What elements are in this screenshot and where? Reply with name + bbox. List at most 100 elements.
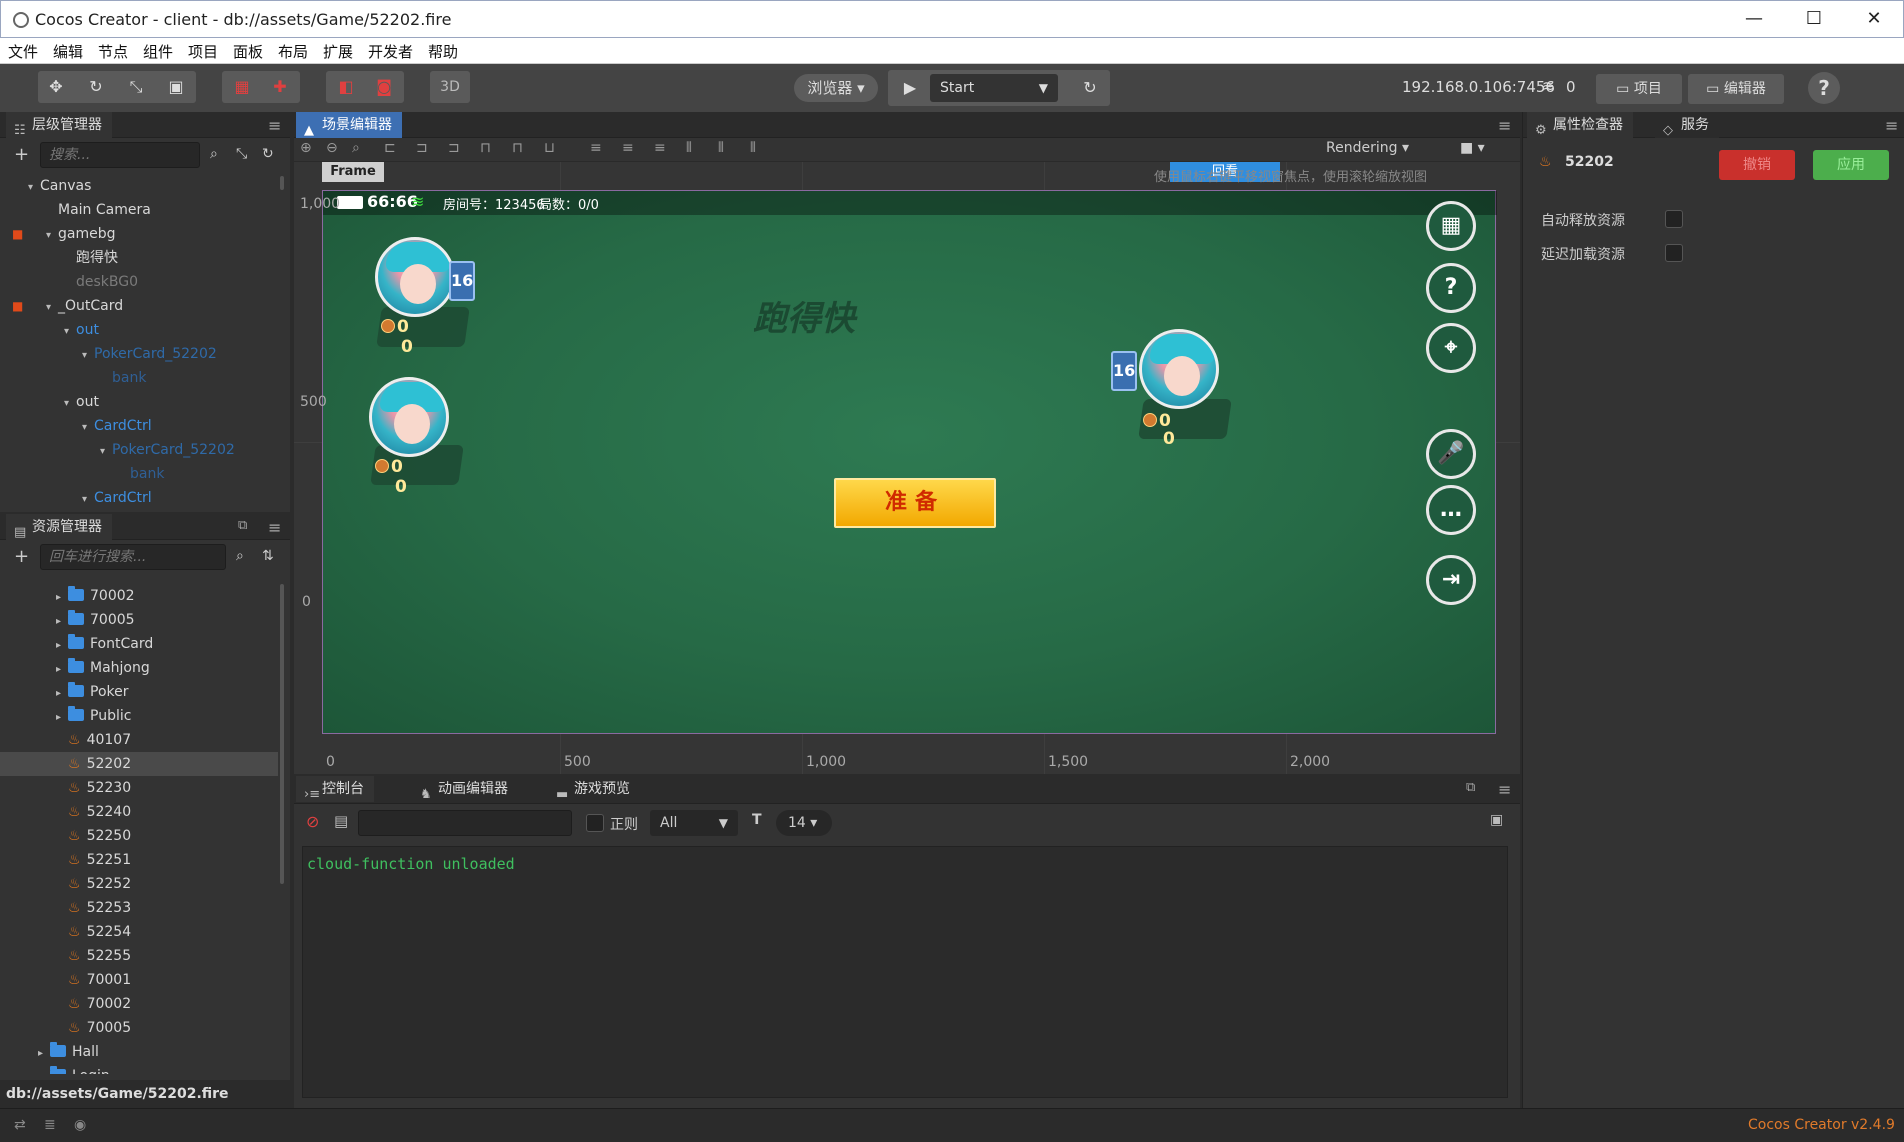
distribute-left-icon[interactable]: ⫴ [686,140,692,156]
align-left-icon[interactable]: ⊏ [384,140,396,156]
console-filter-input[interactable] [358,810,572,836]
menu-file[interactable]: 文件 [8,41,38,62]
search-icon[interactable]: ⌕ [236,548,244,564]
help-button[interactable]: ? [1808,72,1840,104]
distribute-right-icon[interactable]: ⫴ [750,140,756,156]
apply-button[interactable]: 应用 [1813,150,1889,180]
expand-arrow-icon[interactable]: ▾ [82,344,94,368]
menu-edit[interactable]: 编辑 [53,41,83,62]
rect-tool-icon[interactable]: ▣ [160,71,192,103]
expand-arrow-icon[interactable]: ▾ [82,488,94,508]
distribute-bottom-icon[interactable]: ≡ [654,140,666,156]
rendering-select[interactable]: Rendering ▾ [1326,140,1409,156]
tab-game-preview[interactable]: ▬ 游戏预览 [548,776,640,802]
open-editor-button[interactable]: ▭ 编辑器 [1688,74,1784,104]
align-right-icon[interactable]: ⊐ [448,140,460,156]
zoom-out-icon[interactable]: ⊖ [326,140,338,156]
expand-arrow-icon[interactable]: ▾ [64,392,76,416]
asset-scene[interactable]: ♨ 52254 [0,920,278,944]
popout-icon[interactable]: ⧉ [1466,780,1475,795]
menu-developer[interactable]: 开发者 [368,41,413,62]
zoom-reset-icon[interactable]: ⌕ [352,140,360,156]
hierarchy-search-input[interactable]: 搜索... [40,142,200,168]
refresh-icon[interactable]: ↻ [262,146,274,162]
asset-scene[interactable]: ♨ 52255 [0,944,278,968]
asset-scene[interactable]: ♨ 52250 [0,824,278,848]
expand-arrow-icon[interactable]: ▸ [56,658,68,682]
assets-scrollbar[interactable] [280,584,284,884]
menu-grid-icon[interactable]: ▦ [1426,201,1476,251]
menu-extension[interactable]: 扩展 [323,41,353,62]
asset-folder[interactable]: ▸ 70002 [0,584,278,608]
eye-icon[interactable]: ◉ [74,1117,86,1133]
database-icon[interactable]: ≣ [44,1117,56,1133]
expand-arrow-icon[interactable]: ▾ [46,224,58,248]
expand-arrow-icon[interactable]: ▸ [56,586,68,610]
asset-folder[interactable]: ▸ Hall [0,1040,278,1064]
expand-arrow-icon[interactable]: ▾ [100,440,112,464]
font-size-select[interactable]: 14 ▾ [776,810,832,836]
open-project-button[interactable]: ▭ 项目 [1596,74,1682,104]
pivot-icon[interactable]: ▦ [226,71,258,103]
start-scene-select[interactable]: Start ▼ [930,74,1058,102]
tab-hierarchy[interactable]: ☷ 层级管理器 [6,112,112,138]
menu-project[interactable]: 项目 [188,41,218,62]
distribute-vcenter-icon[interactable]: ≡ [622,140,634,156]
maximize-button[interactable]: ☐ [1785,1,1843,37]
zoom-in-icon[interactable]: ⊕ [300,140,312,156]
regex-checkbox[interactable] [586,814,604,832]
expand-arrow-icon[interactable]: ▸ [56,706,68,730]
hierarchy-node[interactable]: deskBG0 [64,270,138,294]
asset-folder[interactable]: ▸ Poker [0,680,278,704]
asset-scene[interactable]: ♨ 40107 [0,728,278,752]
hierarchy-node[interactable]: ▾ out [64,318,99,342]
asset-folder[interactable]: ▸ Mahjong [0,656,278,680]
hierarchy-node[interactable]: 跑得快 [64,246,118,270]
tab-console[interactable]: ›≡ 控制台 [296,776,374,802]
add-asset-icon[interactable]: + [14,546,29,567]
hierarchy-node[interactable]: ▾ PokerCard_52202 [100,438,235,462]
chat-icon[interactable]: … [1426,485,1476,535]
asset-scene[interactable]: ♨ 52251 [0,848,278,872]
browser-preview-select[interactable]: 浏览器 ▾ [794,74,878,102]
distribute-hcenter-icon[interactable]: ⫴ [718,140,724,156]
asset-scene[interactable]: ♨ 70005 [0,1016,278,1040]
panel-menu-icon[interactable]: ≡ [1498,780,1511,799]
panel-menu-icon[interactable]: ≡ [1498,116,1511,135]
open-log-icon[interactable]: ▤ [334,812,348,830]
expand-arrow-icon[interactable]: ▸ [56,634,68,658]
panel-menu-icon[interactable]: ≡ [268,518,281,537]
collapse-console-icon[interactable]: ▣ [1490,812,1503,828]
panel-menu-icon[interactable]: ≡ [1885,116,1898,135]
asset-scene[interactable]: ♨ 70001 [0,968,278,992]
grid-icon[interactable]: ◙ [368,71,400,103]
hierarchy-node[interactable]: ▾ CardCtrl [82,414,152,438]
hierarchy-scrollbar[interactable] [280,176,284,190]
menu-layout[interactable]: 布局 [278,41,308,62]
expand-arrow-icon[interactable]: ▸ [38,1042,50,1066]
tab-service[interactable]: ◇ 服务 [1655,112,1719,138]
expand-arrow-icon[interactable]: ▸ [56,682,68,706]
hierarchy-node[interactable]: ▾ _OutCard [46,294,123,318]
sort-icon[interactable]: ⇅ [262,548,274,564]
scale-tool-icon[interactable]: ⤡ [120,71,152,103]
menu-panel[interactable]: 面板 [233,41,263,62]
expand-arrow-icon[interactable]: ▾ [46,296,58,320]
exit-icon[interactable]: ⇥ [1426,555,1476,605]
align-hcenter-icon[interactable]: ⊐ [416,140,428,156]
lock-icon[interactable]: ■ [12,227,23,241]
hierarchy-node[interactable]: ▾ gamebg [46,222,116,246]
lazy-load-checkbox[interactable] [1665,244,1683,262]
ready-button[interactable]: 准备 [834,478,996,528]
snap-icon[interactable]: ◧ [330,71,362,103]
mode-3d-button[interactable]: 3D [430,71,470,103]
expand-arrow-icon[interactable]: ▸ [38,1066,50,1074]
rotate-tool-icon[interactable]: ↻ [80,71,112,103]
distribute-top-icon[interactable]: ≡ [590,140,602,156]
tab-inspector[interactable]: ⚙ 属性检查器 [1527,112,1633,138]
asset-folder[interactable]: ▸ Login [0,1064,278,1074]
tab-animation-editor[interactable]: ♞ 动画编辑器 [412,776,518,802]
move-tool-icon[interactable]: ✥ [40,71,72,103]
clear-console-icon[interactable]: ⊘ [306,812,319,831]
scene-viewport[interactable]: Frame 回看 使用鼠标右键平移视窗焦点，使用滚轮缩放视图 66:66 ≋ 房… [294,162,1520,774]
